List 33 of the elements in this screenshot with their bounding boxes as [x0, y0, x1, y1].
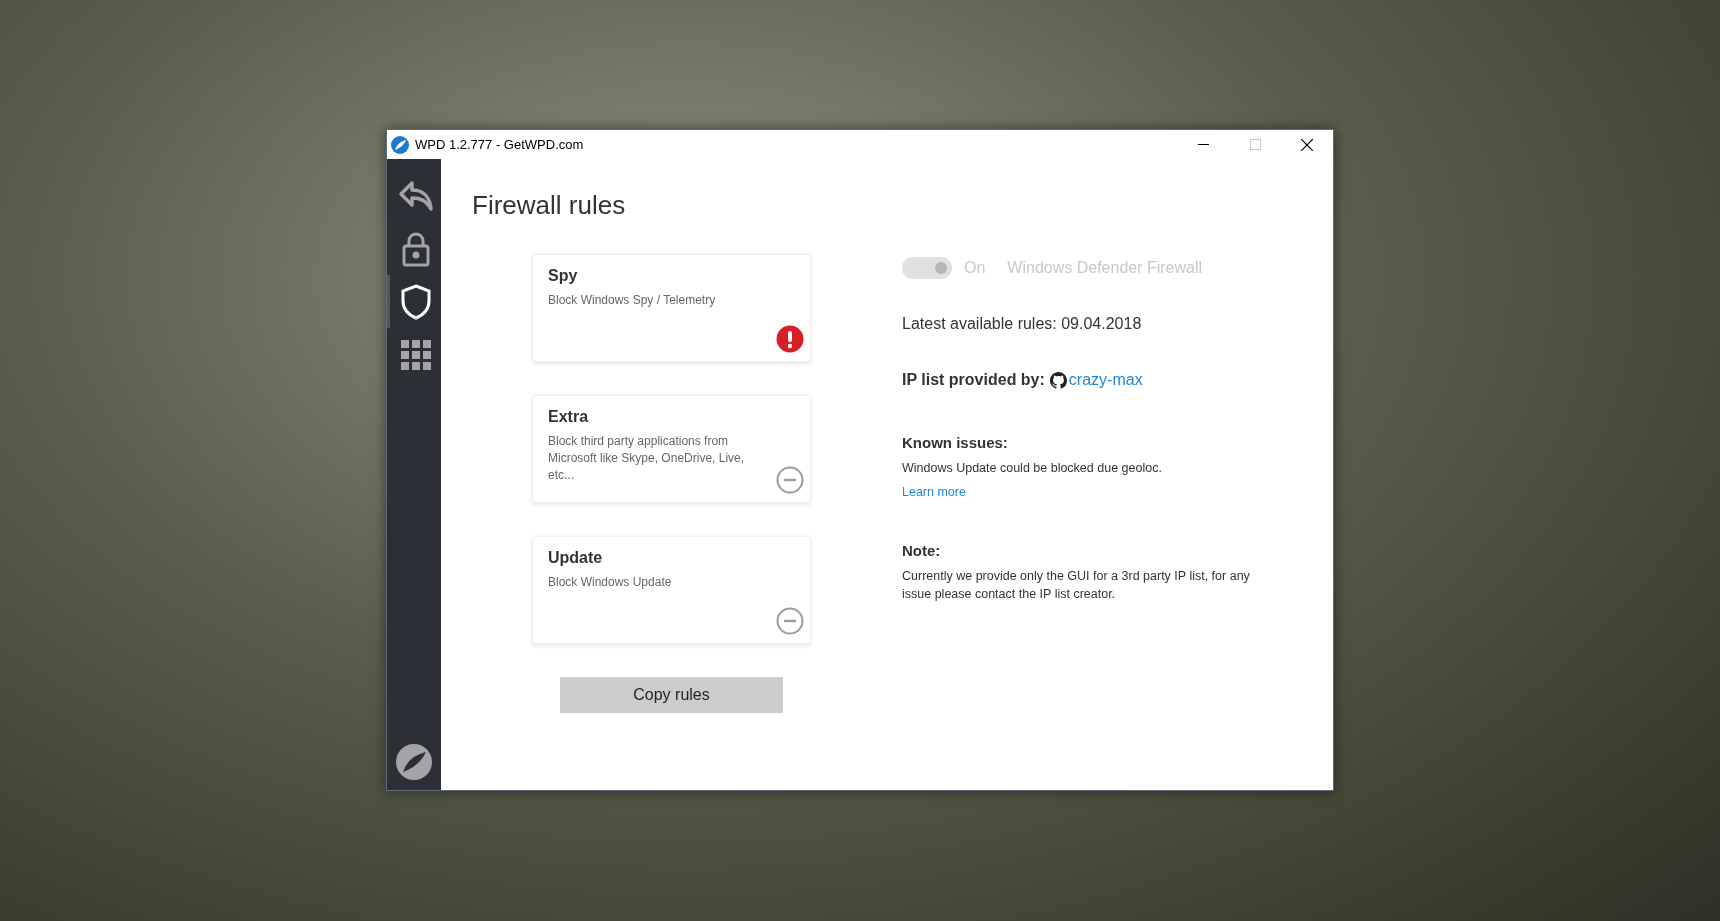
rule-description: Block Windows Update	[548, 574, 673, 591]
minus-circle-icon	[776, 607, 804, 635]
lock-icon	[401, 230, 430, 267]
known-issues-text: Windows Update could be blocked due geoloc.	[902, 459, 1162, 477]
rule-card[interactable]: Update Block Windows Update	[532, 536, 811, 644]
learn-more-link[interactable]: Learn more	[902, 483, 966, 502]
shield-icon	[400, 283, 431, 320]
minimize-icon	[1197, 144, 1209, 145]
copy-rules-button[interactable]: Copy rules	[560, 677, 783, 713]
note-text: Currently we provide only the GUI for a 3rd party IP list, for any issue please contact the IP list creator.	[902, 567, 1251, 603]
window-title: WPD 1.2.777 - GetWPD.com	[415, 135, 584, 154]
page-title: Firewall rules	[472, 189, 626, 221]
maximize-icon	[1249, 139, 1261, 150]
rule-title: Extra	[548, 407, 590, 427]
rule-card[interactable]: Extra Block third party applications from Microsoft like Skype, OneDrive, Live, etc...	[532, 395, 811, 503]
author-link[interactable]: crazy-max	[1068, 368, 1143, 392]
close-icon	[1301, 138, 1313, 151]
known-issues-title: Known issues:	[902, 433, 1008, 453]
rule-card[interactable]: Spy Block Windows Spy / Telemetry	[532, 254, 811, 362]
ip-list-label: IP list provided by:	[902, 370, 1045, 390]
grid-icon	[399, 338, 432, 371]
rule-title: Spy	[548, 266, 579, 286]
reply-arrow-icon	[397, 179, 434, 212]
minus-circle-icon	[776, 466, 804, 494]
rule-title: Update	[548, 548, 604, 568]
exclamation-icon	[776, 325, 804, 353]
app-logo-icon	[396, 744, 432, 780]
latest-rules-text: Latest available rules: 09.04.2018	[902, 314, 1142, 334]
rule-description: Block third party applications from Microsoft like Skype, OneDrive, Live, etc...	[548, 433, 746, 484]
app-logo-icon	[391, 135, 409, 154]
note-title: Note:	[902, 541, 941, 561]
rule-description: Block Windows Spy / Telemetry	[548, 292, 717, 309]
github-icon	[1049, 371, 1067, 389]
